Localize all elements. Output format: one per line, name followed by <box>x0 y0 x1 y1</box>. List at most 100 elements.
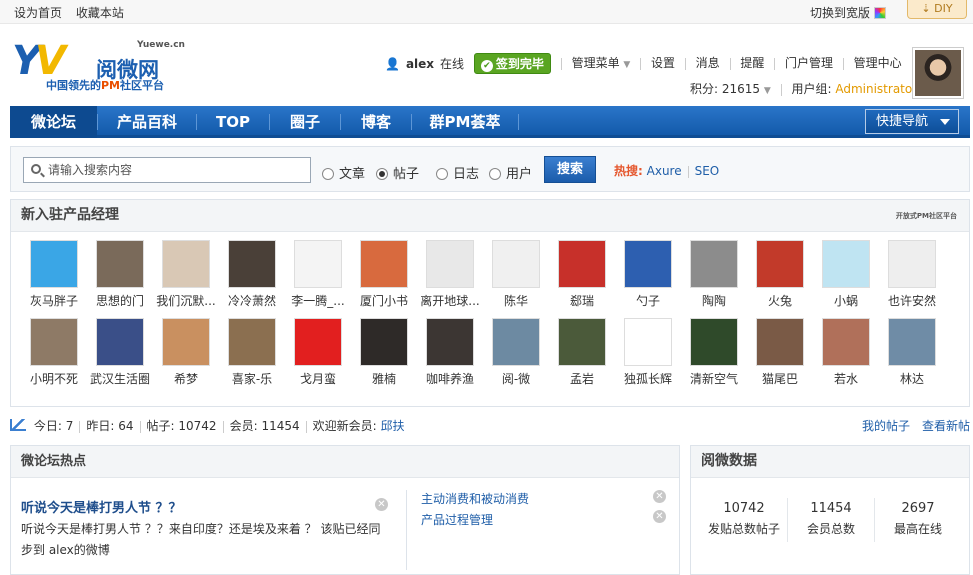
avatar[interactable] <box>912 47 964 99</box>
member-avatar[interactable] <box>30 318 78 366</box>
set-home-link[interactable]: 设为首页 <box>14 6 62 20</box>
member-avatar[interactable] <box>492 240 540 288</box>
nav-tab-forum[interactable]: 微论坛 <box>10 106 97 138</box>
member-avatar[interactable] <box>228 318 276 366</box>
member-avatar[interactable] <box>426 240 474 288</box>
member-avatar[interactable] <box>822 318 870 366</box>
member-name[interactable]: 喜家-乐 <box>219 370 285 387</box>
points-value[interactable]: 21615 <box>722 82 760 96</box>
member-item[interactable]: 冷冷萧然 <box>219 240 285 309</box>
settings-link[interactable]: 设置 <box>651 56 675 70</box>
newest-member-link[interactable]: 邱扶 <box>381 419 405 433</box>
hot-link-2[interactable]: 产品过程管理 <box>421 511 493 528</box>
manage-menu[interactable]: 管理菜单 ▼ <box>572 56 631 70</box>
member-avatar[interactable] <box>624 240 672 288</box>
member-name[interactable]: 孟岩 <box>549 370 615 387</box>
messages-link[interactable]: 消息 <box>696 56 720 70</box>
radio-user[interactable]: 用户 <box>489 163 532 182</box>
admin-center-link[interactable]: 管理中心 <box>854 56 902 70</box>
radio-log[interactable]: 日志 <box>436 163 479 182</box>
member-avatar[interactable] <box>888 240 936 288</box>
member-avatar[interactable] <box>228 240 276 288</box>
member-item[interactable]: 清新空气 <box>681 318 747 387</box>
member-item[interactable]: 戈月蛮 <box>285 318 351 387</box>
portal-manage-link[interactable]: 门户管理 <box>785 56 833 70</box>
member-avatar[interactable] <box>822 240 870 288</box>
radio-post[interactable]: 帖子 <box>376 163 419 182</box>
member-name[interactable]: 独孤长辉 <box>615 370 681 387</box>
member-name[interactable]: 武汉生活圈 <box>87 370 153 387</box>
close-icon[interactable]: ✕ <box>375 498 388 511</box>
member-avatar[interactable] <box>756 240 804 288</box>
nav-tab-blog[interactable]: 博客 <box>341 106 411 138</box>
member-name[interactable]: 林达 <box>879 370 945 387</box>
member-item[interactable]: 思想的门 <box>87 240 153 309</box>
member-name[interactable]: 陶陶 <box>681 292 747 309</box>
member-name[interactable]: 雅楠 <box>351 370 417 387</box>
hot-link-1[interactable]: 主动消费和被动消费 <box>421 490 529 507</box>
member-name[interactable]: 清新空气 <box>681 370 747 387</box>
member-avatar[interactable] <box>426 318 474 366</box>
member-name[interactable]: 小明不死 <box>21 370 87 387</box>
member-avatar[interactable] <box>492 318 540 366</box>
reminders-link[interactable]: 提醒 <box>740 56 764 70</box>
nav-tab-wiki[interactable]: 产品百科 <box>98 106 196 138</box>
member-item[interactable]: 陈华 <box>483 240 549 309</box>
member-item[interactable]: 猫尾巴 <box>747 318 813 387</box>
member-avatar[interactable] <box>690 240 738 288</box>
member-avatar[interactable] <box>294 240 342 288</box>
member-item[interactable]: 武汉生活圈 <box>87 318 153 387</box>
member-avatar[interactable] <box>294 318 342 366</box>
member-item[interactable]: 灰马胖子 <box>21 240 87 309</box>
member-item[interactable]: 郄瑞 <box>549 240 615 309</box>
hot-topic-title[interactable]: 听说今天是棒打男人节 ？？ <box>21 497 182 516</box>
member-avatar[interactable] <box>162 318 210 366</box>
member-item[interactable]: 陶陶 <box>681 240 747 309</box>
member-name[interactable]: 小蜗 <box>813 292 879 309</box>
member-name[interactable]: 咖啡养渔 <box>417 370 483 387</box>
radio-article[interactable]: 文章 <box>322 163 365 182</box>
member-name[interactable]: 陈华 <box>483 292 549 309</box>
username-link[interactable]: alex <box>406 57 434 71</box>
nav-tab-top[interactable]: TOP <box>197 106 269 138</box>
member-name[interactable]: 勺子 <box>615 292 681 309</box>
hot-link-axure[interactable]: Axure <box>647 164 682 178</box>
member-avatar[interactable] <box>888 318 936 366</box>
member-item[interactable]: 咖啡养渔 <box>417 318 483 387</box>
member-item[interactable]: 我们沉默... <box>153 240 219 309</box>
member-item[interactable]: 厦门小书 <box>351 240 417 309</box>
member-avatar[interactable] <box>558 318 606 366</box>
nav-tab-pm-group[interactable]: 群PM荟萃 <box>412 106 518 138</box>
nav-tab-circles[interactable]: 圈子 <box>270 106 340 138</box>
member-avatar[interactable] <box>360 240 408 288</box>
member-name[interactable]: 思想的门 <box>87 292 153 309</box>
member-name[interactable]: 厦门小书 <box>351 292 417 309</box>
member-avatar[interactable] <box>558 240 606 288</box>
member-avatar[interactable] <box>756 318 804 366</box>
switch-wide-link[interactable]: 切换到宽版 <box>810 4 887 21</box>
member-item[interactable]: 李一腾_... <box>285 240 351 309</box>
my-posts-link[interactable]: 我的帖子 <box>862 419 910 433</box>
view-new-posts-link[interactable]: 查看新帖 <box>922 419 970 433</box>
site-logo[interactable]: YV Yuewe.cn 阅微网 中国领先的PM社区平台 <box>12 36 192 96</box>
member-avatar[interactable] <box>360 318 408 366</box>
bookmark-link[interactable]: 收藏本站 <box>76 6 124 20</box>
member-avatar[interactable] <box>96 318 144 366</box>
search-input[interactable]: 请输入搜索内容 <box>23 157 311 183</box>
member-item[interactable]: 希梦 <box>153 318 219 387</box>
member-name[interactable]: 若水 <box>813 370 879 387</box>
hot-link-seo[interactable]: SEO <box>695 164 720 178</box>
member-item[interactable]: 火兔 <box>747 240 813 309</box>
member-name[interactable]: 李一腾_... <box>285 292 351 309</box>
member-name[interactable]: 火兔 <box>747 292 813 309</box>
close-icon[interactable]: ✕ <box>653 510 666 523</box>
member-item[interactable]: 小蜗 <box>813 240 879 309</box>
member-avatar[interactable] <box>690 318 738 366</box>
member-item[interactable]: 小明不死 <box>21 318 87 387</box>
close-icon[interactable]: ✕ <box>653 490 666 503</box>
quick-nav-button[interactable]: 快捷导航 <box>865 109 959 134</box>
member-name[interactable]: 离开地球... <box>417 292 483 309</box>
member-avatar[interactable] <box>624 318 672 366</box>
member-name[interactable]: 戈月蛮 <box>285 370 351 387</box>
member-name[interactable]: 灰马胖子 <box>21 292 87 309</box>
